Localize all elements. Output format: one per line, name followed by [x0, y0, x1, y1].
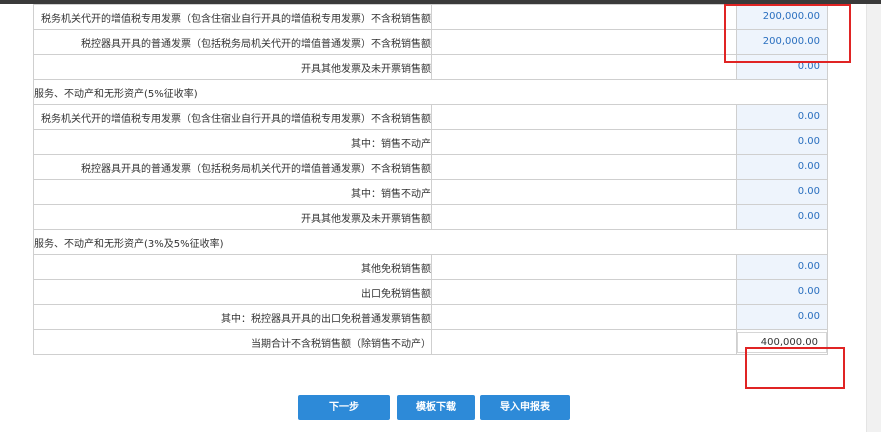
- value-cell: 0.00: [736, 204, 828, 230]
- vertical-scrollbar[interactable]: [866, 4, 881, 432]
- tax-sales-form-table: 税务机关代开的增值税专用发票（包含住宿业自行开具的增值税专用发票）不含税销售额 2…: [33, 4, 828, 355]
- table-row: 税控器具开具的普通发票（包括税务局机关代开的增值普通发票）不含税销售额 200,0…: [33, 29, 828, 55]
- row-label: 当期合计不含税销售额（除销售不动产）: [33, 329, 432, 355]
- row-spacer: [431, 29, 737, 55]
- row-label: 税控器具开具的普通发票（包括税务局机关代开的增值普通发票）不含税销售额: [33, 154, 432, 180]
- table-row: 其他免税销售额 0.00: [33, 254, 828, 280]
- amount-field[interactable]: 0.00: [737, 305, 828, 329]
- total-row: 当期合计不含税销售额（除销售不动产） 400,000.00: [33, 329, 828, 355]
- value-cell: 0.00: [736, 279, 828, 305]
- row-label: 出口免税销售额: [33, 279, 432, 305]
- section-heading: 服务、不动产和无形资产(5%征收率): [33, 79, 828, 105]
- row-spacer: [431, 304, 737, 330]
- row-spacer: [431, 4, 737, 30]
- value-cell: 0.00: [736, 254, 828, 280]
- row-label: 税控器具开具的普通发票（包括税务局机关代开的增值普通发票）不含税销售额: [33, 29, 432, 55]
- section-heading: 服务、不动产和无形资产(3%及5%征收率): [33, 229, 828, 255]
- table-row: 税务机关代开的增值税专用发票（包含住宿业自行开具的增值税专用发票）不含税销售额 2…: [33, 4, 828, 30]
- row-label: 其中：销售不动产: [33, 179, 432, 205]
- section-row: 服务、不动产和无形资产(5%征收率): [33, 79, 828, 105]
- table-row: 其中：销售不动产 0.00: [33, 129, 828, 155]
- template-download-button[interactable]: 模板下载: [397, 395, 475, 420]
- table-row: 税务机关代开的增值税专用发票（包含住宿业自行开具的增值税专用发票）不含税销售额 0…: [33, 104, 828, 130]
- highlight-box-invoice-values: [724, 4, 851, 63]
- row-spacer: [431, 54, 737, 80]
- table-row: 开具其他发票及未开票销售额 0.00: [33, 54, 828, 80]
- value-cell: 0.00: [736, 154, 828, 180]
- value-cell: 0.00: [736, 104, 828, 130]
- table-row: 开具其他发票及未开票销售额 0.00: [33, 204, 828, 230]
- row-spacer: [431, 179, 737, 205]
- row-spacer: [431, 279, 737, 305]
- row-spacer: [431, 154, 737, 180]
- import-report-button[interactable]: 导入申报表: [480, 395, 570, 420]
- row-label: 税务机关代开的增值税专用发票（包含住宿业自行开具的增值税专用发票）不含税销售额: [33, 104, 432, 130]
- value-cell: 0.00: [736, 179, 828, 205]
- value-cell: 0.00: [736, 304, 828, 330]
- highlight-box-total-value: [745, 347, 845, 389]
- amount-field[interactable]: 0.00: [737, 155, 828, 179]
- row-label: 开具其他发票及未开票销售额: [33, 54, 432, 80]
- row-label: 税务机关代开的增值税专用发票（包含住宿业自行开具的增值税专用发票）不含税销售额: [33, 4, 432, 30]
- amount-field[interactable]: 0.00: [737, 130, 828, 154]
- table-row: 税控器具开具的普通发票（包括税务局机关代开的增值普通发票）不含税销售额 0.00: [33, 154, 828, 180]
- value-cell: 0.00: [736, 129, 828, 155]
- row-label: 其中：销售不动产: [33, 129, 432, 155]
- amount-field[interactable]: 0.00: [737, 180, 828, 204]
- amount-field[interactable]: 0.00: [737, 205, 828, 229]
- row-label: 其他免税销售额: [33, 254, 432, 280]
- amount-field[interactable]: 0.00: [737, 280, 828, 304]
- amount-field[interactable]: 0.00: [737, 105, 828, 129]
- next-step-button[interactable]: 下一步: [298, 395, 390, 420]
- table-row: 出口免税销售额 0.00: [33, 279, 828, 305]
- table-row: 其中：税控器具开具的出口免税普通发票销售额 0.00: [33, 304, 828, 330]
- row-spacer: [431, 329, 737, 355]
- table-row: 其中：销售不动产 0.00: [33, 179, 828, 205]
- row-spacer: [431, 104, 737, 130]
- row-label: 其中：税控器具开具的出口免税普通发票销售额: [33, 304, 432, 330]
- amount-field[interactable]: 0.00: [737, 255, 828, 279]
- row-spacer: [431, 254, 737, 280]
- section-row: 服务、不动产和无形资产(3%及5%征收率): [33, 229, 828, 255]
- row-spacer: [431, 129, 737, 155]
- row-spacer: [431, 204, 737, 230]
- row-label: 开具其他发票及未开票销售额: [33, 204, 432, 230]
